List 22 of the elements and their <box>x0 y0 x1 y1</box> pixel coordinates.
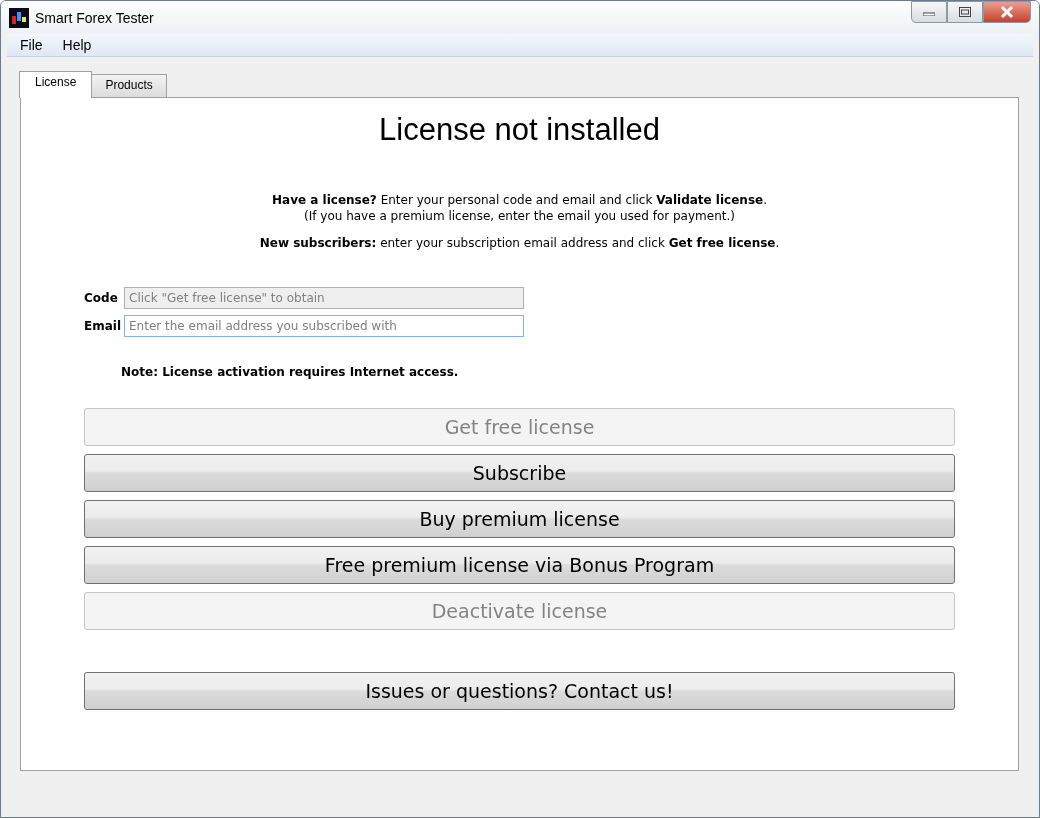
tab[interactable]: Products <box>91 74 167 97</box>
instruction-text: Have a license? Enter your personal code and email and click Validate license. <box>272 192 767 208</box>
input-field[interactable]: Enter the email address you subscribed with <box>124 315 525 337</box>
window-title: Smart Forex Tester <box>35 9 155 26</box>
action-button[interactable]: Free premium license via Bonus Program <box>84 546 955 584</box>
field-label: Email <box>84 319 122 333</box>
close-button[interactable] <box>983 1 1031 23</box>
heading: License not installed <box>379 112 660 148</box>
maximize-icon <box>959 7 971 17</box>
tab[interactable]: License <box>19 71 93 98</box>
note-text: Note: License activation requires Internet access. <box>121 365 459 379</box>
contact-button[interactable]: Issues or questions? Contact us! <box>84 672 955 710</box>
instruction-text: New subscribers: enter your subscription email address and click Get free license. <box>259 236 780 250</box>
menu-item[interactable]: Help <box>59 37 95 54</box>
maximize-button[interactable] <box>947 1 983 23</box>
close-icon <box>1000 6 1014 18</box>
menu-item[interactable]: File <box>17 37 46 54</box>
instruction-text: (If you have a premium license, enter the email you used for payment.) <box>304 208 735 224</box>
action-button[interactable]: Buy premium license <box>84 500 955 538</box>
field-label: Code <box>84 291 119 305</box>
app-icon <box>9 7 29 28</box>
action-button[interactable]: Subscribe <box>84 454 955 492</box>
